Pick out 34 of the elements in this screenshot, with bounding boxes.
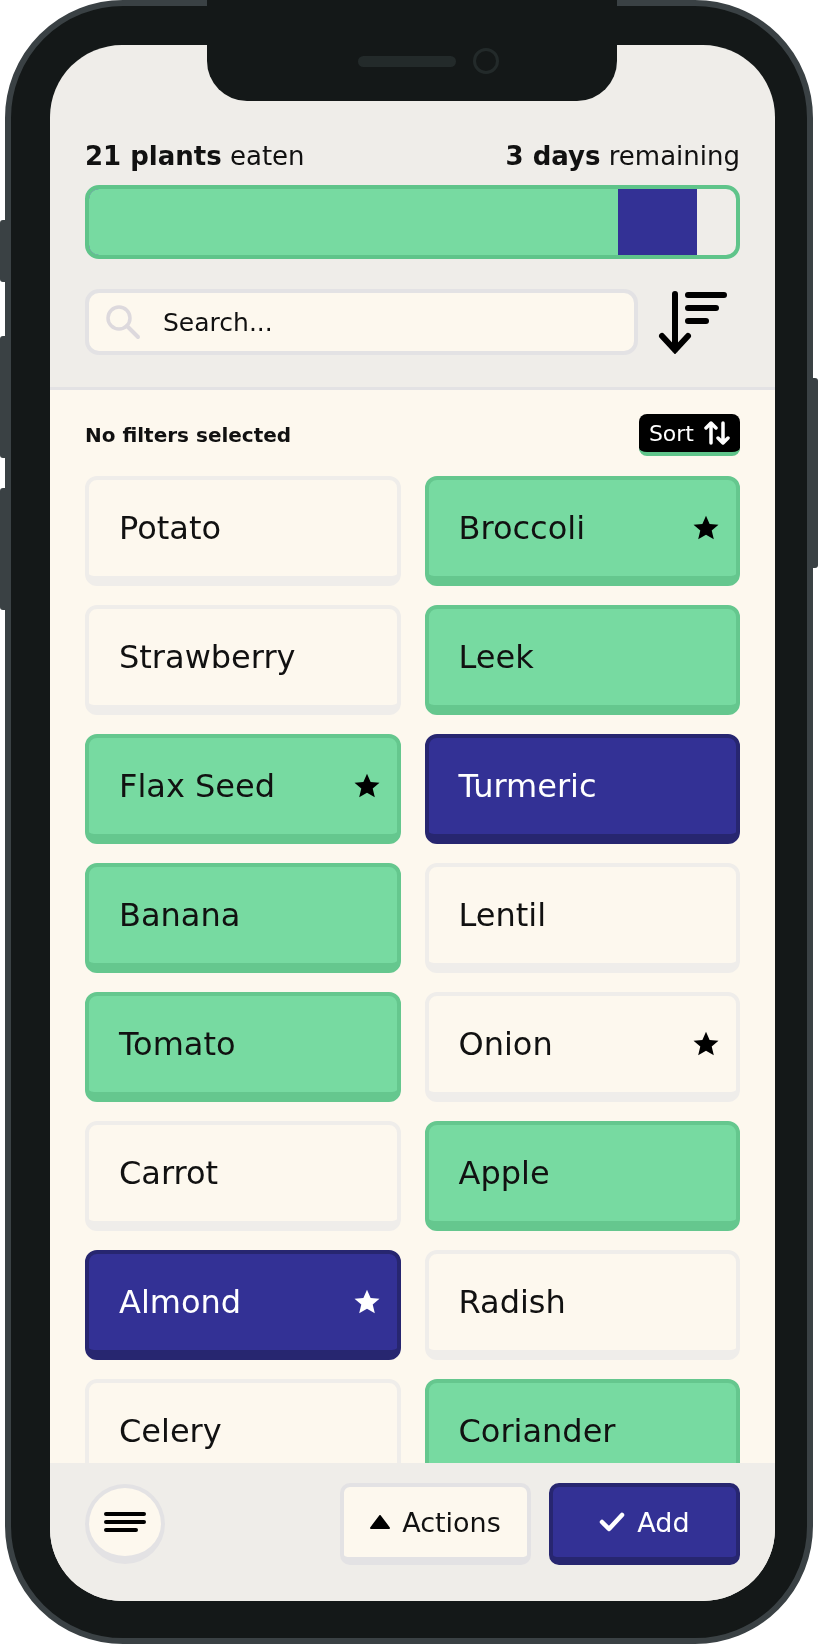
plant-tile[interactable]: Banana — [85, 863, 401, 973]
plant-tile[interactable]: Almond — [85, 1250, 401, 1360]
plant-tile[interactable]: Carrot — [85, 1121, 401, 1231]
plant-tile[interactable]: Lentil — [424, 863, 740, 973]
swap-arrows-icon — [704, 420, 730, 446]
plant-tile[interactable]: Turmeric — [424, 734, 740, 844]
actions-button[interactable]: Actions — [340, 1483, 531, 1565]
plant-tile[interactable]: Flax Seed — [85, 734, 401, 844]
star-icon — [692, 1030, 720, 1058]
plant-tile[interactable]: Radish — [424, 1250, 740, 1360]
plant-tile[interactable]: Apple — [424, 1121, 740, 1231]
days-remaining-count: 3 days remaining — [505, 141, 740, 171]
sort-button[interactable]: Sort — [638, 414, 740, 456]
star-icon — [692, 514, 720, 542]
search-input[interactable]: Search... — [161, 306, 634, 338]
plant-tile[interactable]: Potato — [85, 476, 401, 586]
filter-status: No filters selected — [85, 423, 292, 447]
triangle-up-icon — [370, 1515, 391, 1529]
star-icon — [352, 1288, 381, 1316]
plant-tile[interactable]: Leek — [424, 605, 740, 715]
check-icon — [599, 1512, 626, 1532]
plants-eaten-count: 21 plants eaten — [85, 141, 305, 171]
search-icon — [105, 304, 141, 340]
plant-tile[interactable]: Strawberry — [85, 605, 401, 715]
sort-descending-icon[interactable] — [658, 290, 728, 354]
plant-tile[interactable]: Onion — [424, 992, 740, 1102]
search-field[interactable]: Search... — [85, 289, 638, 355]
star-icon — [352, 772, 381, 800]
plant-tile[interactable]: Celery — [85, 1379, 401, 1463]
menu-icon — [104, 1511, 146, 1533]
plant-tile[interactable]: Broccoli — [424, 476, 740, 586]
add-button[interactable]: Add — [549, 1483, 740, 1565]
plant-tile[interactable]: Tomato — [85, 992, 401, 1102]
plant-tile[interactable]: Coriander — [424, 1379, 740, 1463]
